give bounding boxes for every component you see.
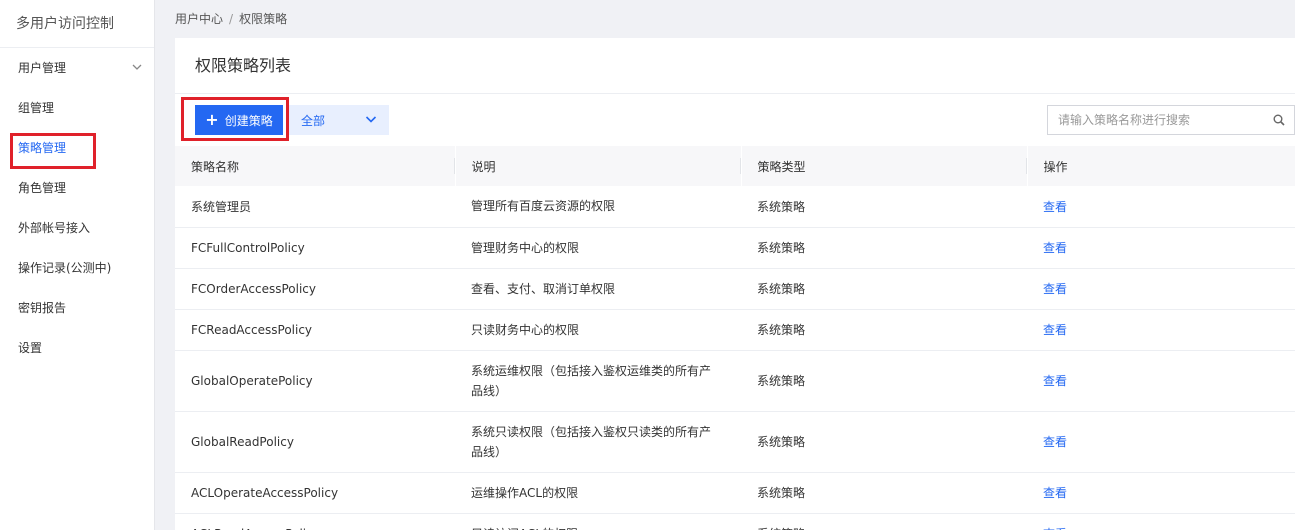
table-header-row: 策略名称 说明 策略类型 操作 [175,146,1295,186]
table-row: FCReadAccessPolicy 只读财务中心的权限 系统策略 查看 [175,309,1295,351]
policy-name: FCOrderAccessPolicy [175,268,455,310]
policy-description: 系统只读权限（包括接入鉴权只读类的所有产品线） [455,411,741,473]
policy-name: 系统管理员 [175,186,455,228]
sidebar-item-key-report[interactable]: 密钥报告 [0,288,154,328]
policy-description: 管理所有百度云资源的权限 [455,186,741,228]
search-box [1047,105,1295,135]
chevron-down-icon [132,48,142,88]
policy-description: 只读财务中心的权限 [455,309,741,351]
policy-name: FCReadAccessPolicy [175,309,455,351]
main-panel: 权限策略列表 + 创建策略 全部 策略名称 说明 策略类型 操作 [175,38,1295,530]
policy-type: 系统策略 [741,472,1027,514]
view-link[interactable]: 查看 [1043,241,1067,255]
policy-name: ACLOperateAccessPolicy [175,472,455,514]
policy-type-filter[interactable]: 全部 [289,105,389,135]
filter-selected-value: 全部 [301,113,326,128]
policy-type: 系统策略 [741,513,1027,530]
policy-type: 系统策略 [741,350,1027,412]
sidebar-item-label: 组管理 [18,101,55,115]
breadcrumb-parent[interactable]: 用户中心 [175,12,223,26]
column-header-action: 操作 [1027,146,1295,186]
policy-description: 系统运维权限（包括接入鉴权运维类的所有产品线） [455,350,741,412]
view-link[interactable]: 查看 [1043,323,1067,337]
policy-name: GlobalReadPolicy [175,411,455,473]
view-link[interactable]: 查看 [1043,374,1067,388]
policy-description: 查看、支付、取消订单权限 [455,268,741,310]
policy-name: FCFullControlPolicy [175,227,455,269]
table-row: 系统管理员 管理所有百度云资源的权限 系统策略 查看 [175,186,1295,228]
view-link[interactable]: 查看 [1043,200,1067,214]
sidebar-nav: 用户管理 组管理 策略管理 角色管理 外部帐号接入 操作记录(公测中) 密钥报告… [0,48,154,368]
breadcrumb: 用户中心 / 权限策略 [175,0,287,38]
policy-name: ACLReadAccessPolicy [175,513,455,530]
table-row: ACLOperateAccessPolicy 运维操作ACL的权限 系统策略 查… [175,472,1295,514]
search-icon[interactable] [1264,114,1294,126]
policy-type: 系统策略 [741,309,1027,351]
sidebar-item-users[interactable]: 用户管理 [0,48,154,88]
policy-description: 管理财务中心的权限 [455,227,741,269]
column-header-type: 策略类型 [741,146,1028,186]
table-row: FCOrderAccessPolicy 查看、支付、取消订单权限 系统策略 查看 [175,268,1295,310]
policy-type: 系统策略 [741,186,1027,228]
toolbar: + 创建策略 全部 [175,94,1295,146]
table-row: GlobalReadPolicy 系统只读权限（包括接入鉴权只读类的所有产品线）… [175,411,1295,473]
policy-description: 只读访问ACL的权限 [455,513,741,530]
table-row: FCFullControlPolicy 管理财务中心的权限 系统策略 查看 [175,227,1295,269]
create-policy-label: 创建策略 [224,113,273,128]
sidebar-title: 多用户访问控制 [0,0,154,48]
table-row: ACLReadAccessPolicy 只读访问ACL的权限 系统策略 查看 [175,513,1295,530]
breadcrumb-separator: / [229,12,234,26]
table-row: GlobalOperatePolicy 系统运维权限（包括接入鉴权运维类的所有产… [175,350,1295,412]
column-header-name: 策略名称 [175,146,456,186]
sidebar-item-label: 密钥报告 [18,301,67,315]
sidebar-item-label: 策略管理 [18,141,67,155]
sidebar: 多用户访问控制 用户管理 组管理 策略管理 角色管理 外部帐号接入 操作记录(公… [0,0,155,530]
sidebar-item-operation-log[interactable]: 操作记录(公测中) [0,248,154,288]
sidebar-item-label: 设置 [18,341,43,355]
page-title: 权限策略列表 [175,38,1295,94]
sidebar-item-policies[interactable]: 策略管理 [0,128,154,168]
sidebar-item-roles[interactable]: 角色管理 [0,168,154,208]
policy-type: 系统策略 [741,227,1027,269]
policy-type: 系统策略 [741,411,1027,473]
search-input[interactable] [1048,113,1264,127]
view-link[interactable]: 查看 [1043,486,1067,500]
sidebar-item-label: 外部帐号接入 [18,221,91,235]
sidebar-item-settings[interactable]: 设置 [0,328,154,368]
policy-description: 运维操作ACL的权限 [455,472,741,514]
plus-icon: + [205,110,219,129]
breadcrumb-current: 权限策略 [239,12,288,26]
view-link[interactable]: 查看 [1043,435,1067,449]
view-link[interactable]: 查看 [1043,282,1067,296]
sidebar-item-label: 用户管理 [18,61,67,75]
sidebar-item-external-accounts[interactable]: 外部帐号接入 [0,208,154,248]
chevron-down-icon [365,113,377,128]
column-header-description: 说明 [455,146,742,186]
policy-name: GlobalOperatePolicy [175,350,455,412]
policy-table: 策略名称 说明 策略类型 操作 系统管理员 管理所有百度云资源的权限 系统策略 … [175,146,1295,530]
sidebar-item-label: 角色管理 [18,181,67,195]
sidebar-item-groups[interactable]: 组管理 [0,88,154,128]
sidebar-item-label: 操作记录(公测中) [18,261,112,275]
policy-type: 系统策略 [741,268,1027,310]
create-policy-button[interactable]: + 创建策略 [195,105,283,135]
